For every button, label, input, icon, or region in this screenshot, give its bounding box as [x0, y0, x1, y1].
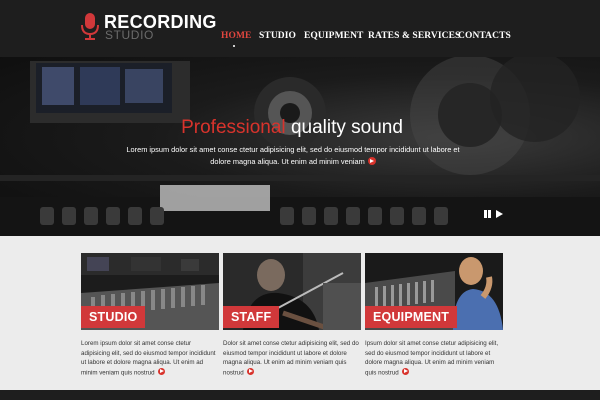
nav-item-studio[interactable]: STUDIO	[259, 31, 296, 41]
card-staff: STAFF Dolor sit amet conse ctetur adipis…	[223, 253, 361, 378]
hero-slider: Professional quality sound Lorem ipsum d…	[0, 57, 600, 236]
card-text-equipment: Ipsum dolor sit amet conse ctetur adipis…	[365, 339, 503, 378]
hero-title: Professional quality sound	[0, 117, 584, 139]
card-text-staff: Dolor sit amet conse ctetur adipisicing …	[223, 339, 361, 378]
staff-more-arrow-icon[interactable]	[246, 367, 255, 376]
card-label-equipment[interactable]: EQUIPMENT	[365, 306, 458, 328]
logo[interactable]: RECORDING STUDIO	[80, 12, 216, 42]
nav-item-home[interactable]: HOME	[221, 31, 251, 41]
card-description: Dolor sit amet conse ctetur adipisicing …	[223, 340, 359, 377]
pause-icon[interactable]	[484, 210, 492, 218]
site-header: RECORDING STUDIO HOME STUDIO EQUIPMENT R…	[0, 0, 600, 57]
hero-more-arrow-icon[interactable]	[367, 157, 376, 165]
studio-more-arrow-icon[interactable]	[157, 367, 166, 376]
nav-item-contacts[interactable]: CONTACTS	[458, 31, 511, 41]
card-text-studio: Lorem ipsum dolor sit amet conse ctetur …	[81, 339, 219, 378]
card-equipment: EQUIPMENT Ipsum dolor sit amet conse cte…	[365, 253, 503, 378]
hero-title-highlight: Professional	[181, 117, 286, 138]
card-description: Ipsum dolor sit amet conse ctetur adipis…	[365, 340, 499, 377]
equipment-image[interactable]: EQUIPMENT	[365, 253, 503, 330]
nav-item-rates-services[interactable]: RATES & SERVICES	[368, 31, 460, 41]
hero-description: Lorem ipsum dolor sit amet conse ctetur …	[126, 145, 460, 166]
card-label-studio[interactable]: STUDIO	[81, 306, 146, 328]
logo-subtitle: STUDIO	[105, 28, 154, 42]
hero-text: Lorem ipsum dolor sit amet conse ctetur …	[118, 144, 468, 168]
card-label-staff[interactable]: STAFF	[223, 306, 280, 328]
hero-title-rest: quality sound	[290, 117, 403, 138]
microphone-icon	[81, 13, 99, 40]
studio-image[interactable]: STUDIO	[81, 253, 219, 330]
card-studio: STUDIO Lorem ipsum dolor sit amet conse …	[81, 253, 219, 378]
play-icon[interactable]	[496, 210, 503, 218]
card-description: Lorem ipsum dolor sit amet conse ctetur …	[81, 340, 216, 377]
nav-item-equipment[interactable]: EQUIPMENT	[304, 31, 364, 41]
staff-image[interactable]: STAFF	[223, 253, 361, 330]
active-indicator	[233, 45, 235, 47]
equipment-more-arrow-icon[interactable]	[401, 367, 410, 376]
footer-bar	[0, 390, 600, 400]
